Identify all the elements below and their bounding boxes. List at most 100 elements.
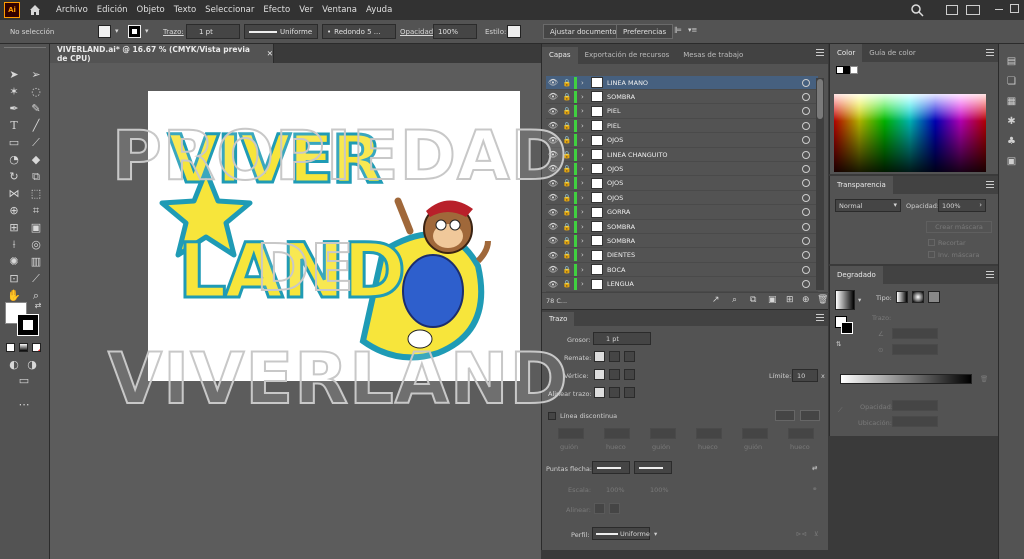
fill-swatch[interactable] <box>98 25 111 38</box>
none-mode-icon[interactable] <box>32 343 41 352</box>
round-join-button[interactable] <box>609 369 620 380</box>
layer-row[interactable]: 👁 🔒 › SOMBRA <box>546 220 818 234</box>
shaper-tool-icon[interactable]: ◔ <box>6 153 22 167</box>
gradient-mode-icon[interactable] <box>19 343 28 352</box>
menu-ventana[interactable]: Ventana <box>322 5 357 15</box>
tab-trazo[interactable]: Trazo <box>542 312 575 326</box>
shape-builder-tool-icon[interactable]: ⊕ <box>6 204 22 218</box>
layer-row[interactable]: 👁 🔒 › BOCA <box>546 263 818 278</box>
stroke-panel-menu-icon[interactable] <box>816 314 824 321</box>
layer-row[interactable]: 👁 🔒 › PIEL <box>546 119 818 134</box>
target-circle-icon[interactable] <box>802 150 810 159</box>
arrow-align-extend-button[interactable] <box>594 503 605 514</box>
dash-field[interactable] <box>604 428 630 439</box>
tab-exportacion-recursos[interactable]: Exportación de recursos <box>578 47 677 64</box>
pen-tool-icon[interactable]: ✒ <box>6 102 22 116</box>
visibility-eye-icon[interactable]: 👁 <box>546 280 560 289</box>
expand-arrow-icon[interactable]: › <box>581 122 591 130</box>
lasso-tool-icon[interactable]: ◌ <box>28 85 44 99</box>
stroke-weight-field[interactable]: 1 pt <box>186 24 240 39</box>
visibility-eye-icon[interactable]: 👁 <box>546 208 560 217</box>
layer-row[interactable]: 👁 🔒 › DIENTES <box>546 249 818 263</box>
round-cap-button[interactable] <box>609 351 620 362</box>
paintbrush-tool-icon[interactable]: ⟋ <box>28 136 44 150</box>
align-center-button[interactable] <box>594 387 605 398</box>
menu-edicion[interactable]: Edición <box>97 5 128 15</box>
more-options-icon[interactable]: ▾≡ <box>688 26 697 34</box>
dash-field[interactable] <box>788 428 814 439</box>
butt-cap-button[interactable] <box>594 351 605 362</box>
layer-row[interactable]: 👁 🔒 › PIEL <box>546 105 818 119</box>
locate-object-icon[interactable]: ⌕ <box>732 295 737 305</box>
new-layer-icon[interactable]: ⊕ <box>802 295 810 305</box>
align-inside-button[interactable] <box>609 387 620 398</box>
stroke-profile-select[interactable]: Uniforme <box>244 24 318 39</box>
target-circle-icon[interactable] <box>802 236 810 245</box>
lock-icon[interactable]: 🔒 <box>560 237 574 245</box>
dash-field[interactable] <box>558 428 584 439</box>
stroke-label[interactable]: Trazo: <box>163 28 184 36</box>
gradient-location-field[interactable] <box>892 416 938 427</box>
width-tool-icon[interactable]: ⋈ <box>6 187 22 201</box>
new-sublayer-icon[interactable]: ⊞ <box>786 295 794 305</box>
stroke-color-swatch[interactable] <box>17 314 39 336</box>
delete-layer-icon[interactable]: 🗑 <box>817 295 828 305</box>
collect-export-icon[interactable]: ⧉ <box>750 295 756 305</box>
angle-field[interactable] <box>892 328 938 339</box>
expand-arrow-icon[interactable]: › <box>581 79 591 87</box>
tab-color[interactable]: Color <box>830 44 863 62</box>
perspective-grid-tool-icon[interactable]: ⌗ <box>28 204 44 218</box>
flip-along-icon[interactable]: ⊻ <box>814 530 819 538</box>
swap-arrows-icon[interactable]: ⇄ <box>812 464 817 472</box>
lock-icon[interactable]: 🔒 <box>560 79 574 87</box>
tab-transparencia[interactable]: Transparencia <box>830 176 893 194</box>
color-spectrum[interactable] <box>834 94 986 172</box>
eyedropper-tool-icon[interactable]: ⟊ <box>6 238 22 252</box>
profile-select[interactable]: Uniforme <box>592 527 650 540</box>
visibility-eye-icon[interactable]: 👁 <box>546 107 560 116</box>
search-icon[interactable] <box>910 3 924 19</box>
radial-gradient-button[interactable] <box>912 291 924 303</box>
curvature-tool-icon[interactable]: ✎ <box>28 102 44 116</box>
lock-icon[interactable]: 🔒 <box>560 223 574 231</box>
target-circle-icon[interactable] <box>802 193 810 202</box>
target-circle-icon[interactable] <box>802 222 810 231</box>
gradient-preview-dropdown-icon[interactable]: ▾ <box>858 296 861 304</box>
target-circle-icon[interactable] <box>802 280 810 289</box>
free-transform-tool-icon[interactable]: ⬚ <box>28 187 44 201</box>
rotate-tool-icon[interactable]: ↻ <box>6 170 22 184</box>
arrow-align-end-button[interactable] <box>609 503 620 514</box>
target-circle-icon[interactable] <box>802 78 810 87</box>
maximize-icon[interactable] <box>1010 4 1019 13</box>
style-swatch[interactable] <box>507 25 521 38</box>
profile-dropdown-icon[interactable]: ▾ <box>654 530 657 538</box>
expand-arrow-icon[interactable]: › <box>581 93 591 101</box>
visibility-eye-icon[interactable]: 👁 <box>546 265 560 274</box>
clipping-mask-icon[interactable]: ▣ <box>768 295 777 305</box>
draw-behind-icon[interactable]: ◑ <box>24 358 40 372</box>
layer-row[interactable]: 👁 🔒 › GORRA <box>546 206 818 220</box>
align-dash-button[interactable] <box>800 410 820 421</box>
export-icon[interactable]: ↗ <box>712 295 720 305</box>
line-tool-icon[interactable]: ╱ <box>28 119 44 133</box>
menu-texto[interactable]: Texto <box>174 5 196 15</box>
home-icon[interactable] <box>28 3 42 17</box>
eraser-tool-icon[interactable]: ◆ <box>28 153 44 167</box>
expand-arrow-icon[interactable]: › <box>581 151 591 159</box>
weight-field[interactable]: 1 pt <box>593 332 651 345</box>
lock-icon[interactable]: 🔒 <box>560 251 574 259</box>
expand-arrow-icon[interactable]: › <box>581 107 591 115</box>
selection-tool-icon[interactable]: ➤ <box>6 68 22 82</box>
layer-row[interactable]: 👁 🔒 › OJOS <box>546 191 818 206</box>
visibility-eye-icon[interactable]: 👁 <box>546 78 560 87</box>
scale-tool-icon[interactable]: ⧉ <box>28 170 44 184</box>
expand-arrow-icon[interactable]: › <box>581 237 591 245</box>
gradient-preview[interactable] <box>835 290 855 310</box>
draw-mode-icon[interactable]: ◐ <box>6 358 22 372</box>
layer-row[interactable]: 👁 🔒 › SOMBRA <box>546 90 818 105</box>
gradient-eyedropper-icon[interactable]: ⟋ <box>838 406 843 415</box>
visibility-eye-icon[interactable]: 👁 <box>546 222 560 231</box>
tab-capas[interactable]: Capas <box>542 47 578 64</box>
reverse-gradient-icon[interactable]: ⇅ <box>836 340 841 348</box>
transparency-menu-icon[interactable] <box>986 181 994 188</box>
